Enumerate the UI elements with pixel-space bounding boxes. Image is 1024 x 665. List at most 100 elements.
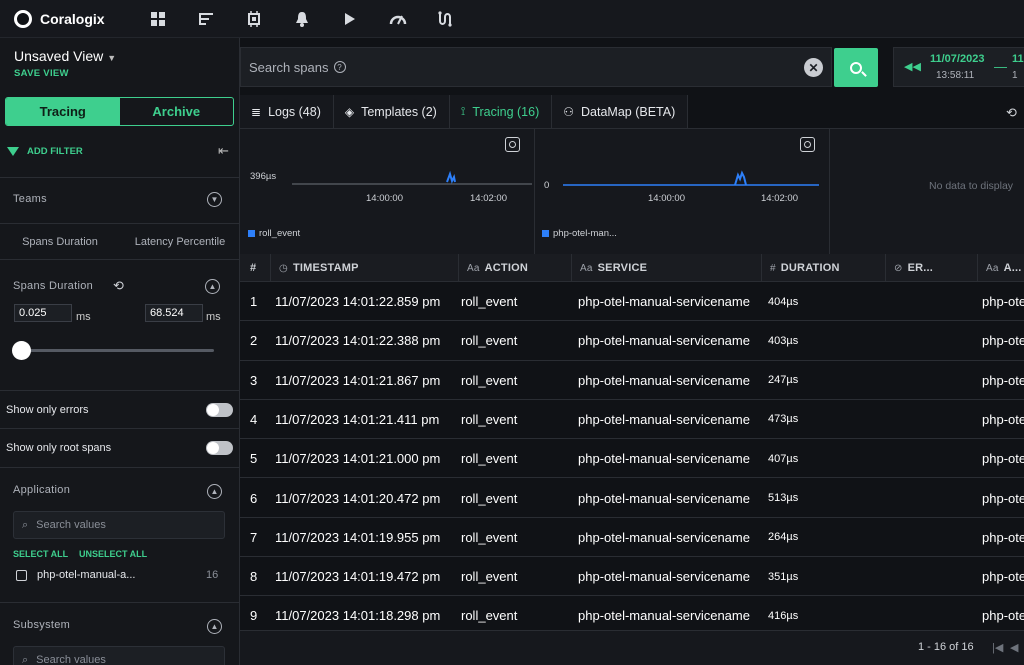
cell-index: 5 xyxy=(250,451,258,467)
cell-duration: 264µs xyxy=(768,531,799,544)
min-duration-input[interactable]: 0.025 xyxy=(14,304,72,322)
legend-item[interactable]: php-otel-man... xyxy=(542,228,617,239)
view-selector[interactable]: Unsaved View ▼ xyxy=(14,48,116,64)
add-filter-button[interactable]: ADD FILTER xyxy=(7,146,83,157)
table-row[interactable]: 5 11/07/2023 14:01:21.000 pm roll_event php… xyxy=(240,439,1024,479)
table-row[interactable]: 2 11/07/2023 14:01:22.388 pm roll_event php… xyxy=(240,321,1024,361)
rewind-icon[interactable]: ◀◀ xyxy=(904,60,921,73)
x-tick: 14:02:00 xyxy=(761,193,798,204)
table-row[interactable]: 6 11/07/2023 14:01:20.472 pm roll_event php… xyxy=(240,479,1024,518)
to-time: 1 xyxy=(1012,70,1018,81)
cell-action: roll_event xyxy=(461,411,518,427)
tab-tracing[interactable]: ⟟ Tracing (16) xyxy=(449,95,553,128)
show-only-root-spans-toggle[interactable] xyxy=(206,441,233,455)
column-label: SERVICE xyxy=(597,262,648,274)
legend-item[interactable]: roll_event xyxy=(248,228,300,239)
application-item-label: php-otel-manual-a... xyxy=(37,569,136,581)
tab-latency-percentile[interactable]: Latency Percentile xyxy=(120,224,239,259)
previous-page-icon[interactable]: ◀ xyxy=(1010,641,1018,654)
cell-more: php-ote xyxy=(982,490,1024,506)
cell-duration: 247µs xyxy=(768,374,799,387)
screenshot-icon[interactable] xyxy=(505,137,520,152)
collapse-sidebar-icon[interactable]: ⇤ xyxy=(218,143,229,159)
cell-index: 1 xyxy=(250,294,258,309)
table-footer: 1 - 16 of 16 |◀ ◀ xyxy=(240,630,1024,665)
x-tick: 14:00:00 xyxy=(648,193,685,204)
first-page-icon[interactable]: |◀ xyxy=(992,641,1003,654)
legend-swatch xyxy=(248,230,255,237)
cell-action: roll_event xyxy=(461,569,518,585)
table-row[interactable]: 1 11/07/2023 14:01:22.859 pm roll_event php… xyxy=(240,282,1024,322)
refresh-icon[interactable]: ⟲ xyxy=(1006,105,1017,121)
play-icon[interactable] xyxy=(326,0,374,38)
cell-action: roll_event xyxy=(461,372,518,388)
column-errors[interactable]: ⊘ ER... xyxy=(885,254,977,282)
subsystem-search-input[interactable]: ⌕ Search values xyxy=(13,646,225,665)
tab-templates[interactable]: ◈ Templates (2) xyxy=(333,95,450,128)
alerts-bell-icon[interactable] xyxy=(278,0,326,38)
cell-action: roll_event xyxy=(461,294,518,309)
column-service[interactable]: Aa SERVICE xyxy=(571,254,761,282)
flows-icon[interactable] xyxy=(422,0,470,38)
chevron-up-icon[interactable]: ▲ xyxy=(207,619,222,634)
gauge-icon[interactable] xyxy=(374,0,422,38)
duration-slider-thumb[interactable] xyxy=(12,341,31,360)
chevron-up-icon[interactable]: ▲ xyxy=(207,484,222,499)
search-button[interactable] xyxy=(834,48,878,87)
coralogix-logo[interactable]: Coralogix xyxy=(14,9,134,28)
cpu-chip-icon[interactable] xyxy=(230,0,278,38)
explore-list-icon[interactable] xyxy=(182,0,230,38)
tab-spans-duration[interactable]: Spans Duration xyxy=(0,224,120,259)
table-row[interactable]: 4 11/07/2023 14:01:21.411 pm roll_event php… xyxy=(240,400,1024,440)
subsystem-label: Subsystem xyxy=(13,619,71,631)
search-placeholder: Search spans xyxy=(249,59,329,75)
column-timestamp[interactable]: ◷ TIMESTAMP xyxy=(270,254,458,282)
cell-duration: 403µs xyxy=(768,334,799,347)
spans-search-bar[interactable]: Search spans ? ✕ xyxy=(240,47,832,87)
divider xyxy=(0,390,239,391)
column-label: ER... xyxy=(907,262,934,274)
application-checkbox[interactable] xyxy=(16,570,27,581)
table-row[interactable]: 8 11/07/2023 14:01:19.472 pm roll_event php… xyxy=(240,557,1024,597)
table-row[interactable]: 9 11/07/2023 14:01:18.298 pm roll_event php… xyxy=(240,596,1024,630)
time-range-picker[interactable]: ◀◀ 11/07/2023 13:58:11 — 11 1 xyxy=(893,47,1024,87)
chevron-down-icon[interactable]: ▼ xyxy=(207,192,222,207)
cell-duration: 473µs xyxy=(768,413,799,426)
cell-timestamp: 11/07/2023 14:01:20.472 pm xyxy=(275,490,441,506)
dashboard-grid-icon[interactable] xyxy=(134,0,182,38)
clear-search-icon[interactable]: ✕ xyxy=(804,58,823,77)
application-search-input[interactable]: ⌕ Search values xyxy=(13,511,225,539)
cell-service: php-otel-manual-servicename xyxy=(578,333,750,349)
cell-duration: 513µs xyxy=(768,492,799,504)
cell-more: php-ote xyxy=(982,451,1024,467)
column-action[interactable]: Aa ACTION xyxy=(458,254,571,282)
save-view-link[interactable]: SAVE VIEW xyxy=(14,68,69,79)
cell-service: php-otel-manual-servicename xyxy=(578,411,750,427)
divider xyxy=(0,177,239,178)
cell-index: 3 xyxy=(250,372,258,388)
tab-logs[interactable]: ≣ Logs (48) xyxy=(240,95,334,128)
reset-icon[interactable]: ⟲ xyxy=(113,278,124,294)
screenshot-icon[interactable] xyxy=(800,137,815,152)
max-duration-input[interactable]: 68.524 xyxy=(145,304,203,322)
column-duration[interactable]: # DURATION xyxy=(761,254,885,282)
help-icon[interactable]: ? xyxy=(333,61,346,73)
tracing-icon: ⟟ xyxy=(460,104,466,118)
cell-service: php-otel-manual-servicename xyxy=(578,569,750,585)
unselect-all-link[interactable]: UNSELECT ALL xyxy=(79,549,147,559)
application-item-count: 16 xyxy=(206,569,219,581)
duration-slider-track[interactable] xyxy=(22,349,214,352)
show-only-errors-toggle[interactable] xyxy=(206,403,233,417)
table-row[interactable]: 3 11/07/2023 14:01:21.867 pm roll_event php… xyxy=(240,361,1024,400)
clock-icon: ◷ xyxy=(279,262,288,274)
chevron-up-icon[interactable]: ▲ xyxy=(205,279,220,294)
tab-datamap[interactable]: ⚇ DataMap (BETA) xyxy=(552,95,689,128)
archive-mode-button[interactable]: Archive xyxy=(120,98,234,125)
roll-event-sparkline xyxy=(292,170,532,185)
tracing-mode-button[interactable]: Tracing xyxy=(6,98,120,125)
teams-label: Teams xyxy=(13,193,47,205)
column-more[interactable]: Aa A... xyxy=(977,254,1024,282)
table-row[interactable]: 7 11/07/2023 14:01:19.955 pm roll_event php… xyxy=(240,518,1024,558)
from-time: 13:58:11 xyxy=(936,70,975,81)
select-all-link[interactable]: SELECT ALL xyxy=(13,549,68,559)
